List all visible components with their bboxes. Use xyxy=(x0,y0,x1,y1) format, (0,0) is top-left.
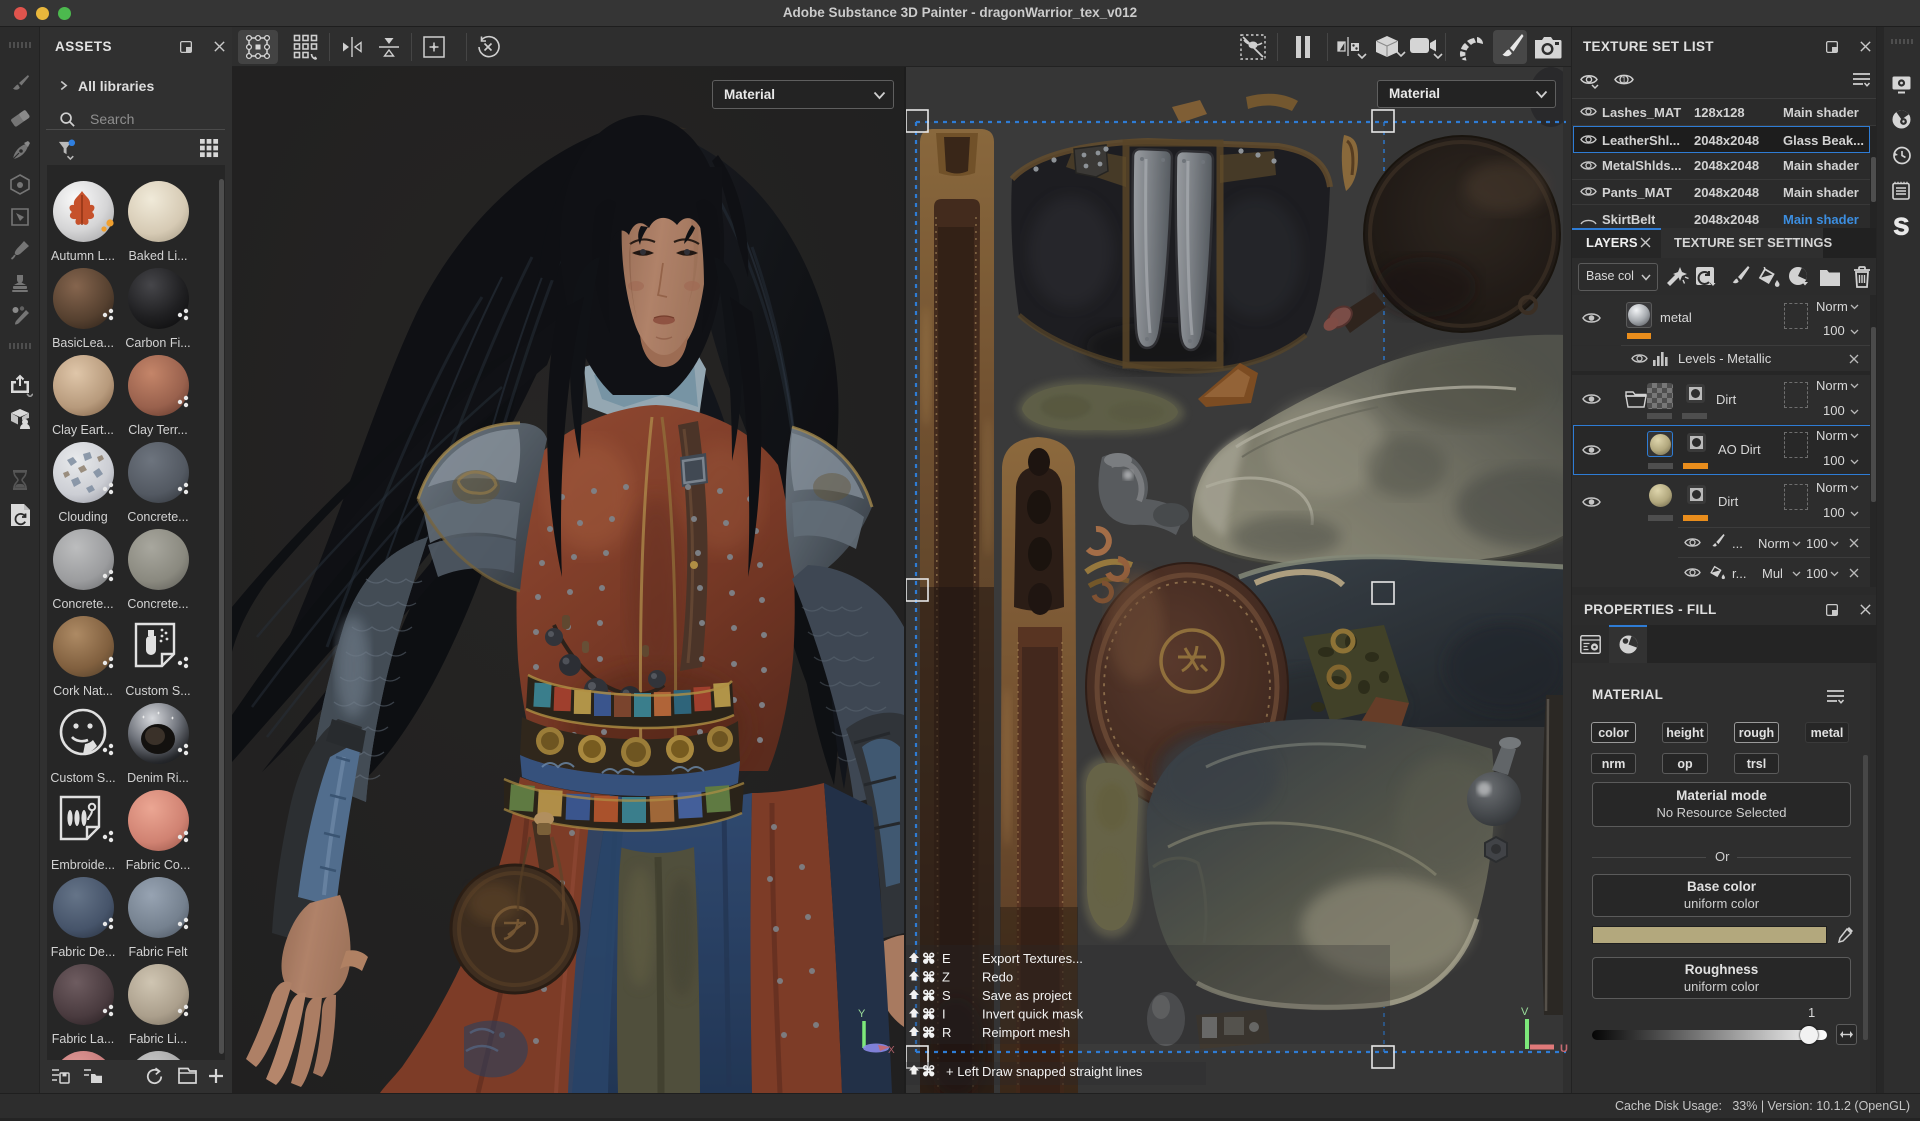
svg-text:Export Textures...: Export Textures... xyxy=(982,951,1083,966)
svg-text:R: R xyxy=(942,1025,951,1040)
svg-text:Save as project: Save as project xyxy=(982,988,1072,1003)
svg-text:Y: Y xyxy=(858,1008,866,1020)
svg-text:S: S xyxy=(942,988,951,1003)
svg-text:Redo: Redo xyxy=(982,970,1013,985)
svg-text:Z: Z xyxy=(942,970,950,985)
svg-text:Invert quick mask: Invert quick mask xyxy=(982,1007,1084,1022)
svg-text:U: U xyxy=(1560,1043,1568,1055)
svg-text:V: V xyxy=(1521,1006,1529,1018)
svg-text:1: 1 xyxy=(1622,75,1627,84)
svg-text:+ Left: + Left xyxy=(946,1064,979,1079)
svg-text:Draw snapped straight lines: Draw snapped straight lines xyxy=(982,1064,1143,1079)
svg-text:Reimport mesh: Reimport mesh xyxy=(982,1025,1070,1040)
svg-text:X: X xyxy=(888,1045,895,1056)
svg-text:E: E xyxy=(942,951,951,966)
svg-text:I: I xyxy=(942,1007,946,1022)
